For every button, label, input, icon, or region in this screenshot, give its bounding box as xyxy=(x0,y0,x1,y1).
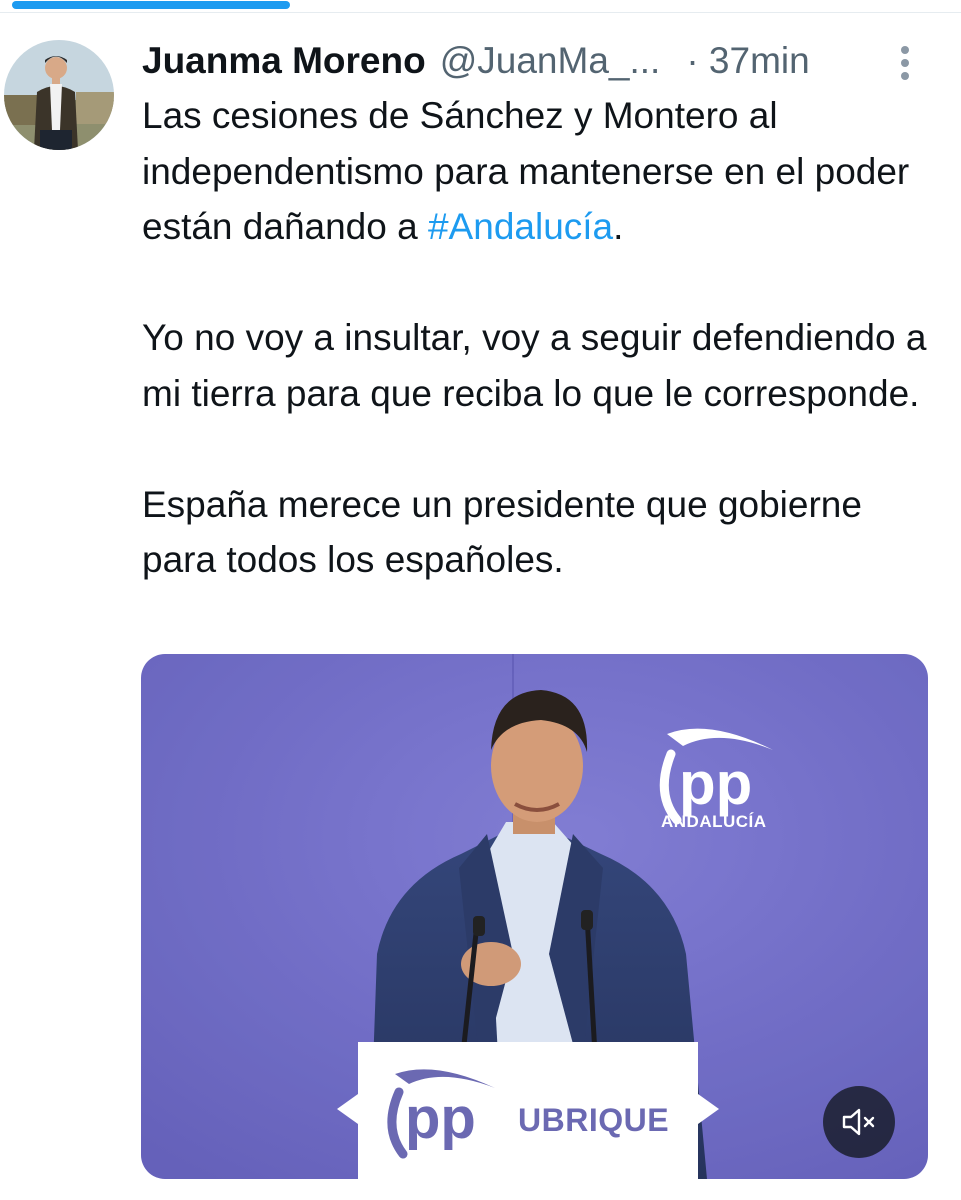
speaker-muted-icon xyxy=(842,1108,875,1136)
post-header: Juanma Moreno @JuanMa_... · 37min xyxy=(142,36,810,86)
podium-label: UBRIQUE xyxy=(518,1102,670,1138)
post-paragraph-2: Yo no voy a insultar, voy a seguir defen… xyxy=(142,317,927,414)
video-player[interactable]: pp ANDALUCÍA pp UBRIQUE xyxy=(141,654,928,1179)
mute-toggle-button[interactable] xyxy=(823,1086,895,1158)
wall-region-label: ANDALUCÍA xyxy=(661,812,767,831)
paragraph-1-end: . xyxy=(613,206,624,247)
active-tab-indicator xyxy=(12,1,290,9)
wall-logo-text: pp xyxy=(679,750,752,817)
post-paragraph-1: Las cesiones de Sánchez y Montero al ind… xyxy=(142,88,942,255)
post-text: Las cesiones de Sánchez y Montero al ind… xyxy=(142,88,942,588)
avatar-image xyxy=(4,40,114,150)
top-tab-bar xyxy=(0,0,961,13)
podium-logo-text: pp xyxy=(405,1086,476,1151)
hashtag-link[interactable]: #Andalucía xyxy=(428,206,613,247)
author-handle[interactable]: @JuanMa_... xyxy=(440,36,661,86)
post-paragraph-3: España merece un presidente que gobierne… xyxy=(142,483,862,581)
pp-logo-podium: pp xyxy=(387,1069,495,1159)
author-avatar[interactable] xyxy=(4,40,114,150)
author-name[interactable]: Juanma Moreno xyxy=(142,36,426,86)
post-timestamp[interactable]: · 37min xyxy=(686,36,809,86)
more-vertical-icon[interactable] xyxy=(890,40,920,86)
